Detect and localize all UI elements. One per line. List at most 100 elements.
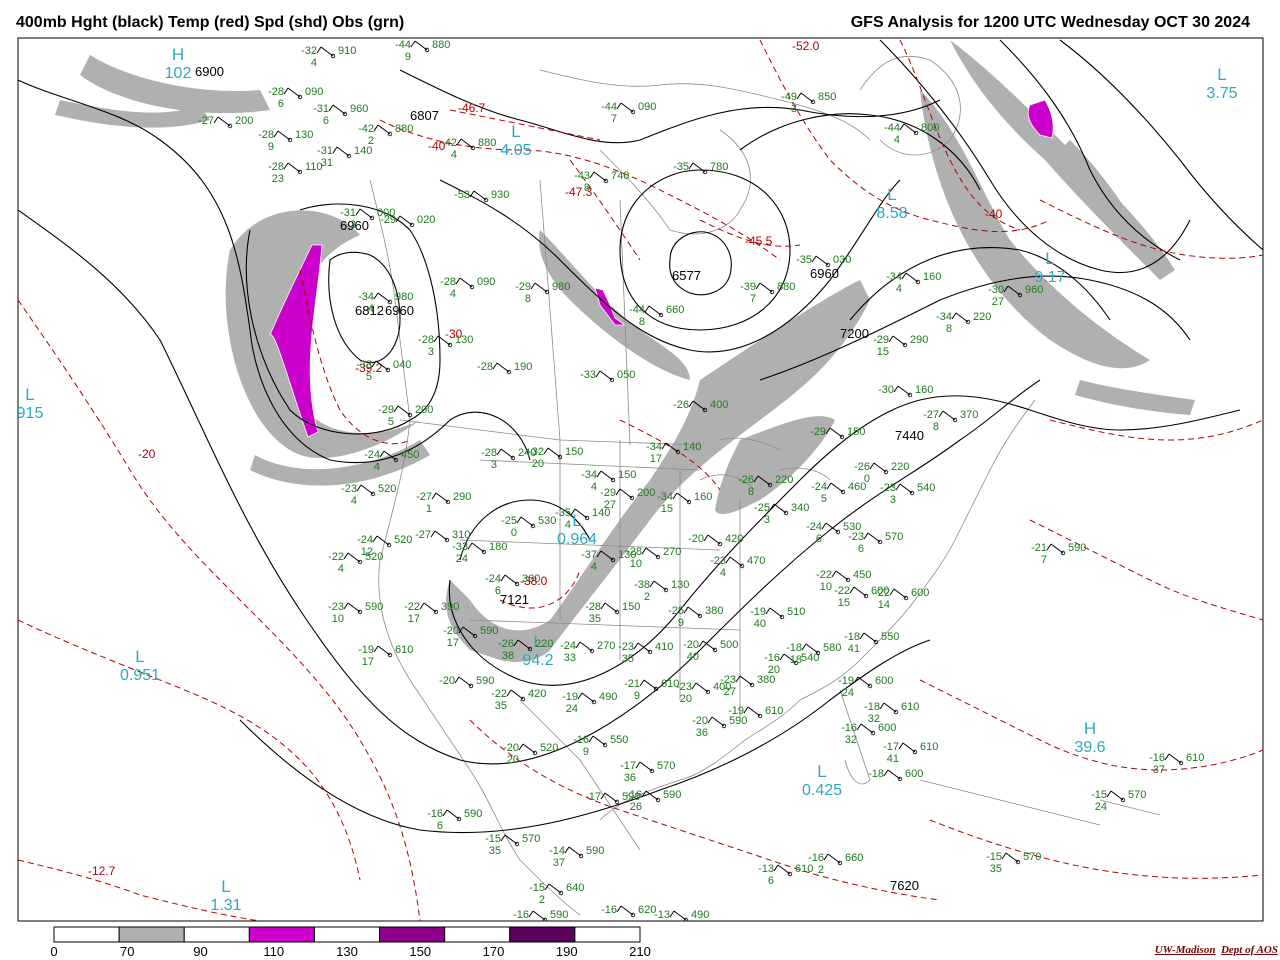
obs-height: 200 bbox=[637, 487, 655, 499]
height-label: 6577 bbox=[672, 268, 701, 283]
obs-temp: -27 bbox=[923, 409, 939, 421]
obs-dewpoint-depression: 4 bbox=[311, 57, 317, 69]
obs-height: 590 bbox=[464, 808, 482, 820]
obs-dewpoint-depression: 7 bbox=[611, 113, 617, 125]
obs-temp: -20 bbox=[692, 715, 708, 727]
obs-dewpoint-depression: 3 bbox=[350, 219, 356, 231]
obs-temp: -28 bbox=[268, 86, 284, 98]
obs-dewpoint-depression: 4 bbox=[591, 481, 597, 493]
obs-height: 270 bbox=[663, 546, 681, 558]
obs-temp: -16 bbox=[573, 734, 589, 746]
obs-temp: -28 bbox=[477, 361, 493, 373]
obs-dewpoint-depression: 10 bbox=[332, 613, 344, 625]
obs-temp: -53 bbox=[454, 189, 470, 201]
obs-height: 090 bbox=[305, 86, 323, 98]
legend-swatch bbox=[313, 926, 381, 943]
obs-dewpoint-depression: 35 bbox=[589, 613, 601, 625]
height-label: 7440 bbox=[895, 428, 924, 443]
obs-dewpoint-depression: 27 bbox=[992, 296, 1004, 308]
obs-height: 340 bbox=[791, 502, 809, 514]
obs-height: 610 bbox=[1186, 752, 1204, 764]
obs-temp: -30 bbox=[878, 384, 894, 396]
obs-temp: -33 bbox=[356, 359, 372, 371]
obs-temp: -13 bbox=[654, 909, 670, 921]
obs-height: 550 bbox=[610, 734, 628, 746]
obs-dewpoint-depression: 17 bbox=[362, 656, 374, 668]
obs-temp: -31 bbox=[313, 103, 329, 115]
obs-height: 400 bbox=[710, 399, 728, 411]
obs-height: 520 bbox=[394, 534, 412, 546]
obs-dewpoint-depression: 8 bbox=[639, 316, 645, 328]
obs-height: 880 bbox=[432, 39, 450, 51]
center-value: 94.2 bbox=[522, 652, 553, 669]
obs-height: 490 bbox=[691, 909, 709, 921]
obs-dewpoint-depression: 6 bbox=[768, 875, 774, 887]
obs-dewpoint-depression: 35 bbox=[990, 863, 1002, 875]
obs-dewpoint-depression: 2 bbox=[539, 894, 545, 906]
center-value: 915 bbox=[17, 405, 44, 422]
obs-temp: -18 bbox=[864, 701, 880, 713]
weather-map: L3.75L8.58L9.17L0.964L0.951L0.425L4.05L1… bbox=[17, 37, 1264, 959]
obs-temp: -16 bbox=[764, 652, 780, 664]
obs-dewpoint-depression: 15 bbox=[877, 346, 889, 358]
obs-temp: -43 bbox=[574, 170, 590, 182]
obs-height: 580 bbox=[823, 642, 841, 654]
obs-temp: -24 bbox=[811, 481, 827, 493]
obs-dewpoint-depression: 17 bbox=[447, 637, 459, 649]
obs-height: 540 bbox=[917, 482, 935, 494]
obs-temp: -22 bbox=[816, 569, 832, 581]
obs-height: 610 bbox=[920, 741, 938, 753]
credit-line: UW-Madison Dept of AOS bbox=[1155, 944, 1278, 956]
obs-dewpoint-depression: 35 bbox=[622, 653, 634, 665]
height-label: 7620 bbox=[890, 878, 919, 893]
obs-height: 220 bbox=[891, 461, 909, 473]
center-letter: H bbox=[1084, 719, 1096, 738]
obs-dewpoint-depression: 4 bbox=[374, 461, 380, 473]
obs-temp: -22 bbox=[404, 601, 420, 613]
obs-temp: -29 bbox=[873, 334, 889, 346]
obs-height: 600 bbox=[911, 587, 929, 599]
obs-temp: -44 bbox=[601, 101, 617, 113]
legend-swatch bbox=[53, 926, 120, 943]
obs-temp: -24 bbox=[560, 640, 576, 652]
center-value: 8.58 bbox=[876, 205, 907, 222]
obs-temp: -25 bbox=[754, 502, 770, 514]
obs-height: 880 bbox=[777, 281, 795, 293]
obs-dewpoint-depression: 7 bbox=[1041, 554, 1047, 566]
obs-dewpoint-depression: 41 bbox=[848, 643, 860, 655]
obs-temp: -39 bbox=[740, 281, 756, 293]
obs-height: 590 bbox=[476, 675, 494, 687]
obs-dewpoint-depression: 4 bbox=[351, 495, 357, 507]
center-value: 0.951 bbox=[120, 667, 160, 684]
legend-swatch bbox=[183, 926, 250, 943]
obs-height: 130 bbox=[455, 334, 473, 346]
obs-height: 590 bbox=[550, 909, 568, 921]
obs-height: 160 bbox=[694, 491, 712, 503]
obs-temp: -37 bbox=[581, 549, 597, 561]
obs-temp: -23 bbox=[618, 641, 634, 653]
obs-temp: -15 bbox=[485, 833, 501, 845]
obs-dewpoint-depression: 35 bbox=[489, 845, 501, 857]
obs-temp: -13 bbox=[758, 863, 774, 875]
obs-temp: -29 bbox=[378, 404, 394, 416]
obs-dewpoint-depression: 36 bbox=[624, 772, 636, 784]
obs-height: 510 bbox=[787, 606, 805, 618]
obs-height: 960 bbox=[1025, 284, 1043, 296]
obs-dewpoint-depression: 18 bbox=[790, 654, 802, 666]
center-letter: L bbox=[221, 877, 230, 896]
credit-org: UW-Madison bbox=[1154, 944, 1216, 956]
obs-temp: -44 bbox=[395, 39, 411, 51]
center-letter: H bbox=[172, 45, 184, 64]
legend-label: 110 bbox=[263, 944, 284, 959]
obs-temp: -28 bbox=[258, 129, 274, 141]
obs-height: 050 bbox=[617, 369, 635, 381]
center-value: 4.05 bbox=[500, 142, 531, 159]
obs-height: 610 bbox=[765, 705, 783, 717]
obs-height: 390 bbox=[441, 601, 459, 613]
obs-temp: -18 bbox=[868, 768, 884, 780]
obs-height: 590 bbox=[1068, 542, 1086, 554]
obs-height: 030 bbox=[833, 254, 851, 266]
obs-dewpoint-depression: 15 bbox=[838, 597, 850, 609]
obs-height: 460 bbox=[848, 481, 866, 493]
obs-height: 590 bbox=[586, 845, 604, 857]
